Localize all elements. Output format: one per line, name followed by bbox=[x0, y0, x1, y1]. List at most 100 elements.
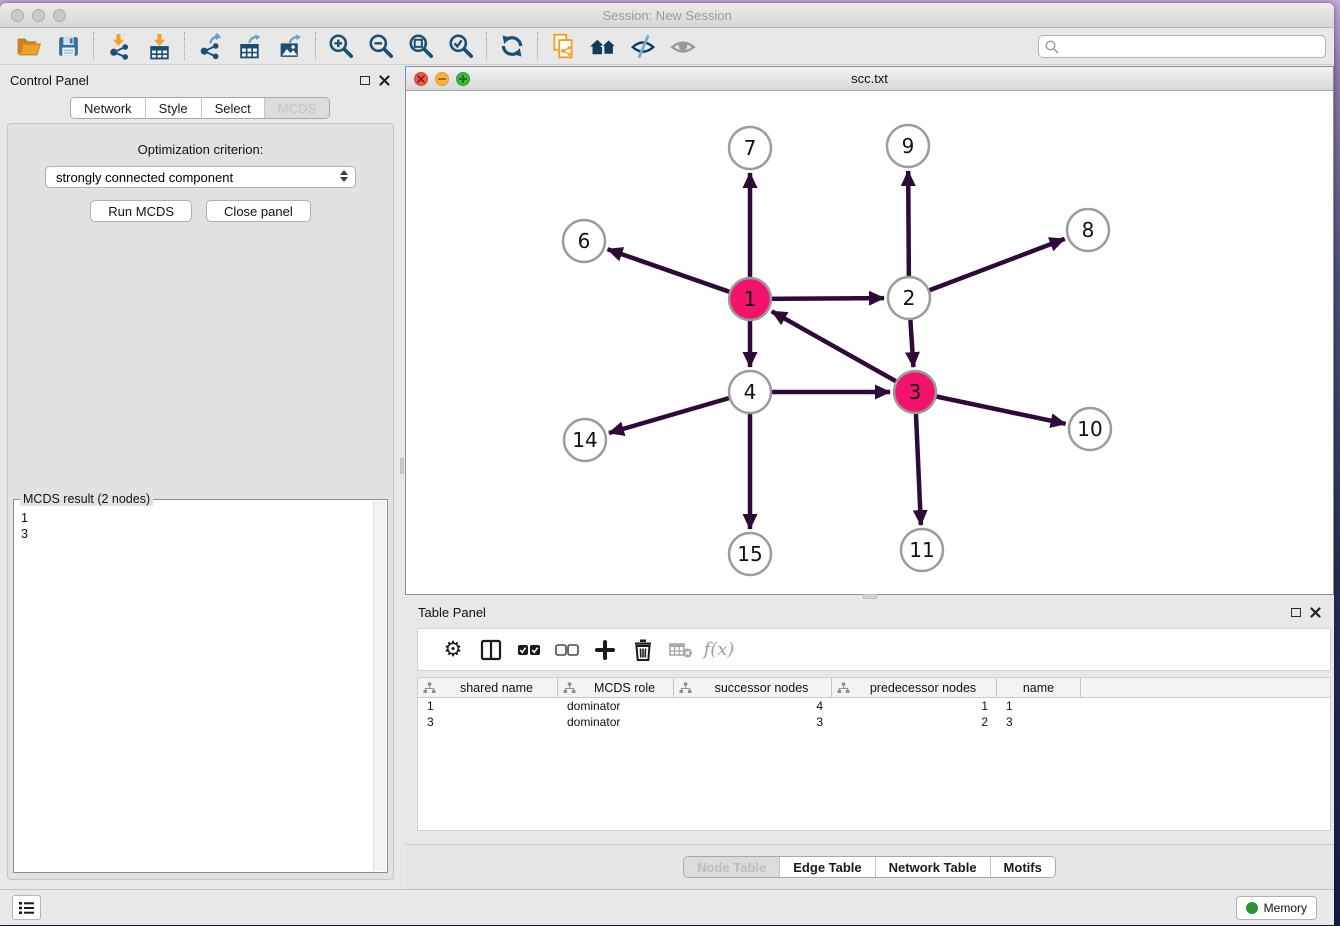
save-session-icon[interactable] bbox=[48, 30, 88, 62]
open-file-icon[interactable] bbox=[8, 30, 48, 62]
home-icon[interactable] bbox=[583, 30, 623, 62]
close-panel-button[interactable]: Close panel bbox=[206, 200, 311, 222]
graph-edge-2-8[interactable] bbox=[909, 239, 1065, 298]
add-column-icon[interactable] bbox=[586, 632, 624, 668]
criterion-dropdown-value: strongly connected component bbox=[56, 170, 233, 185]
export-network-icon[interactable] bbox=[190, 30, 230, 62]
column-header-name[interactable]: name bbox=[997, 678, 1081, 697]
table-body: 1dominator4113dominator323 bbox=[418, 698, 1330, 730]
table-panel: Table Panel ⚙ bbox=[405, 600, 1334, 889]
right-column: scc.txt 7968124314101511 Table Panel bbox=[405, 66, 1334, 889]
horizontal-splitter-handle[interactable] bbox=[863, 594, 877, 599]
export-image-icon[interactable] bbox=[270, 30, 310, 62]
memory-button[interactable]: Memory bbox=[1236, 896, 1317, 920]
network-canvas[interactable]: 7968124314101511 bbox=[406, 91, 1333, 594]
window-traffic-lights bbox=[11, 9, 66, 22]
tree-hierarchy-icon bbox=[423, 682, 441, 694]
column-header-shared-name[interactable]: shared name bbox=[418, 678, 558, 697]
network-titlebar: scc.txt bbox=[406, 67, 1333, 91]
zoom-window-button[interactable] bbox=[53, 9, 66, 22]
tab-motifs[interactable]: Motifs bbox=[990, 857, 1055, 877]
column-header-label: successor nodes bbox=[697, 681, 826, 695]
cell-successor-nodes: 3 bbox=[674, 715, 832, 729]
zoom-in-icon[interactable] bbox=[321, 30, 361, 62]
column-header-label: MCDS role bbox=[581, 681, 668, 695]
graph-node-label: 7 bbox=[744, 136, 757, 160]
graph-node-label: 6 bbox=[578, 229, 591, 253]
run-mcds-button[interactable]: Run MCDS bbox=[90, 200, 192, 222]
network-zoom-button[interactable] bbox=[456, 72, 470, 86]
delete-column-icon[interactable] bbox=[624, 632, 662, 668]
window-title: Session: New Session bbox=[602, 8, 731, 23]
network-close-button[interactable] bbox=[414, 72, 428, 86]
close-panel-icon[interactable] bbox=[379, 75, 390, 86]
mcds-result-line: 3 bbox=[21, 526, 387, 542]
refresh-layout-icon[interactable] bbox=[492, 30, 532, 62]
result-scrollbar[interactable] bbox=[373, 501, 386, 871]
export-table-icon[interactable] bbox=[230, 30, 270, 62]
float-table-panel-icon[interactable] bbox=[1291, 608, 1301, 617]
control-panel-title: Control Panel bbox=[10, 73, 89, 88]
search-input[interactable] bbox=[1060, 38, 1320, 55]
close-window-button[interactable] bbox=[11, 9, 24, 22]
tab-select[interactable]: Select bbox=[201, 98, 264, 118]
zoom-fit-icon[interactable] bbox=[401, 30, 441, 62]
mcds-result-title: MCDS result (2 nodes) bbox=[20, 492, 153, 506]
tree-hierarchy-icon bbox=[837, 682, 855, 694]
table-panel-title: Table Panel bbox=[418, 605, 486, 620]
graph-edge-3-1[interactable] bbox=[772, 311, 915, 392]
column-header-mcds-role[interactable]: MCDS role bbox=[558, 678, 674, 697]
toolbar-separator bbox=[184, 32, 185, 60]
criterion-dropdown[interactable]: strongly connected component bbox=[45, 166, 356, 188]
toolbar-separator bbox=[537, 32, 538, 60]
table-panel-header: Table Panel bbox=[405, 600, 1334, 625]
panel-splitter-handle[interactable] bbox=[400, 458, 404, 474]
graph-edge-3-10[interactable] bbox=[915, 392, 1066, 424]
float-panel-icon[interactable] bbox=[360, 76, 370, 85]
tab-mcds[interactable]: MCDS bbox=[264, 98, 329, 118]
mcds-result-lines: 13 bbox=[14, 500, 387, 542]
network-graph[interactable]: 7968124314101511 bbox=[406, 91, 1333, 594]
graph-edge-1-6[interactable] bbox=[608, 249, 750, 299]
import-table-icon[interactable] bbox=[139, 30, 179, 62]
zoom-out-icon[interactable] bbox=[361, 30, 401, 62]
hide-details-icon[interactable] bbox=[623, 30, 663, 62]
select-all-icon[interactable] bbox=[510, 632, 548, 668]
app-window: Session: New Session bbox=[0, 3, 1334, 925]
table-row[interactable]: 1dominator411 bbox=[418, 698, 1330, 714]
search-icon bbox=[1044, 39, 1060, 55]
cell-predecessor-nodes: 1 bbox=[832, 699, 997, 713]
table-tabs-strip: Node TableEdge TableNetwork TableMotifs bbox=[405, 844, 1334, 889]
minimize-window-button[interactable] bbox=[32, 9, 45, 22]
tab-edge-table[interactable]: Edge Table bbox=[779, 857, 874, 877]
import-network-icon[interactable] bbox=[99, 30, 139, 62]
table-row[interactable]: 3dominator323 bbox=[418, 714, 1330, 730]
split-columns-icon[interactable] bbox=[472, 632, 510, 668]
cell-shared-name: 1 bbox=[418, 699, 558, 713]
function-builder-icon: f(x) bbox=[700, 632, 738, 668]
close-table-panel-icon[interactable] bbox=[1310, 607, 1321, 618]
deselect-all-icon[interactable] bbox=[548, 632, 586, 668]
table-header-row: shared name MCDS role successor nodes prede… bbox=[418, 678, 1330, 698]
titlebar: Session: New Session bbox=[0, 3, 1334, 28]
network-title: scc.txt bbox=[851, 71, 888, 86]
clone-network-icon[interactable] bbox=[543, 30, 583, 62]
mcds-panel: Optimization criterion: strongly connect… bbox=[7, 123, 394, 880]
toolbar-separator bbox=[315, 32, 316, 60]
tab-node-table[interactable]: Node Table bbox=[684, 857, 779, 877]
table-toolbar: ⚙ bbox=[417, 628, 1331, 671]
search-field[interactable] bbox=[1038, 35, 1326, 58]
column-header-predecessor-nodes[interactable]: predecessor nodes bbox=[832, 678, 997, 697]
network-minimize-button[interactable] bbox=[435, 72, 449, 86]
cell-name: 3 bbox=[997, 715, 1081, 729]
gear-icon[interactable]: ⚙ bbox=[434, 632, 472, 668]
task-history-button[interactable] bbox=[12, 895, 41, 920]
network-traffic-lights bbox=[414, 72, 470, 86]
zoom-selected-icon[interactable] bbox=[441, 30, 481, 62]
tab-network[interactable]: Network bbox=[71, 98, 145, 118]
tab-network-table[interactable]: Network Table bbox=[875, 857, 990, 877]
column-header-successor-nodes[interactable]: successor nodes bbox=[674, 678, 832, 697]
cell-successor-nodes: 4 bbox=[674, 699, 832, 713]
tree-hierarchy-icon bbox=[563, 682, 581, 694]
tab-style[interactable]: Style bbox=[145, 98, 201, 118]
